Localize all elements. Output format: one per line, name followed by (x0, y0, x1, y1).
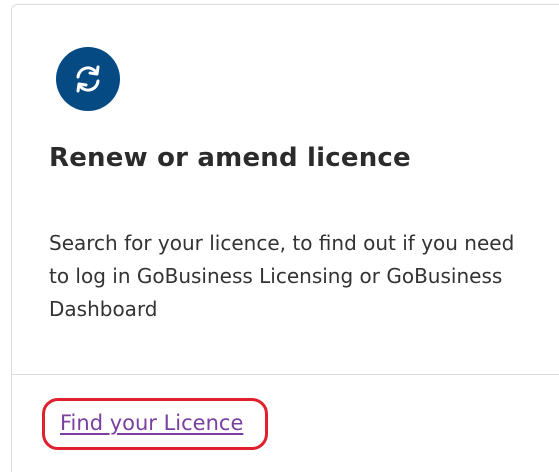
refresh-icon (56, 47, 120, 111)
card-description: Search for your licence, to find out if … (49, 231, 515, 321)
card-title: Renew or amend licence (49, 143, 411, 173)
refresh-icon-glyph (76, 65, 100, 93)
card-divider (12, 374, 559, 375)
find-your-licence-link[interactable]: Find your Licence (60, 411, 243, 435)
page: Renew or amend licence Search for your l… (0, 0, 559, 472)
renew-licence-card: Renew or amend licence Search for your l… (11, 4, 559, 472)
